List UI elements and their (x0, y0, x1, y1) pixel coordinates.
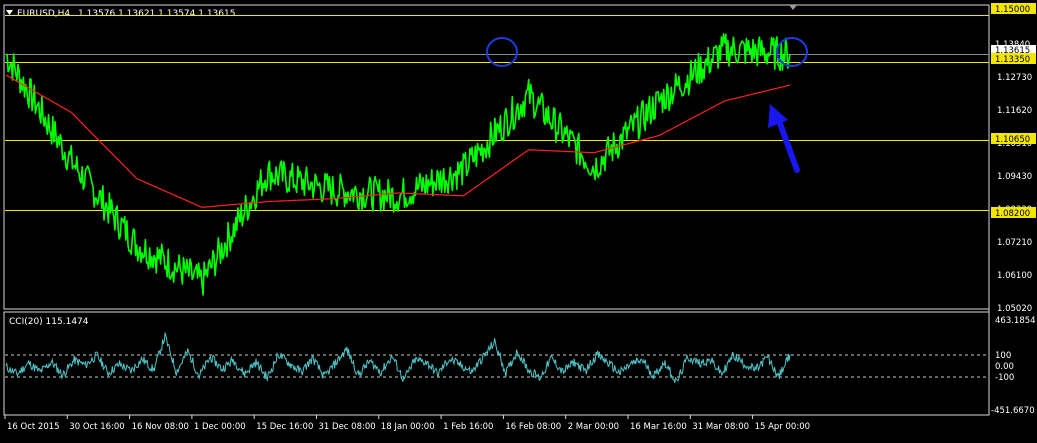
time-label: 16 Feb 08:00 (505, 422, 561, 432)
symbol-label: EURUSD,H4 (17, 9, 70, 19)
time-label: 1 Feb 16:00 (443, 422, 493, 432)
price-tick: 1.07210 (997, 238, 1032, 248)
price-tick: 1.12730 (997, 73, 1032, 83)
time-label: 16 Mar 16:00 (630, 422, 687, 432)
indicator-tick: 100 (995, 351, 1011, 361)
level-tag-value: 1.15000 (995, 5, 1030, 15)
time-label: 16 Nov 08:00 (132, 422, 189, 432)
price-tick: 1.05020 (997, 304, 1032, 314)
level-tag-value: 1.08200 (995, 209, 1030, 219)
time-label: 1 Dec 00:00 (194, 422, 246, 432)
time-label: 15 Dec 16:00 (256, 422, 313, 432)
indicator-label: CCI(20) 115.1474 (9, 317, 89, 327)
time-label: 16 Oct 2015 (7, 422, 60, 432)
price-tick: 1.11620 (997, 106, 1032, 116)
indicator-tick: -100 (995, 373, 1014, 383)
level-tag-value: 1.10650 (995, 135, 1030, 145)
indicator-tick: 463.1854 (995, 316, 1036, 326)
time-label: 30 Oct 16:00 (69, 422, 124, 432)
price-tick: 1.09430 (997, 172, 1032, 182)
indicator-tick: -451.6670 (991, 406, 1035, 416)
chart-root: EURUSD,H4 1.13576 1.13621 1.13574 1.1361… (0, 0, 1037, 439)
indicator-tick: 0.00 (995, 362, 1014, 372)
price-axis: 1.13840 1.12730 1.11620 1.10510 1.09430 … (995, 40, 1032, 314)
time-label: 31 Mar 08:00 (692, 422, 749, 432)
price-tick: 1.06100 (997, 271, 1032, 281)
time-label: 18 Jan 00:00 (381, 422, 435, 432)
ohlc-label: 1.13576 1.13621 1.13574 1.13615 (78, 9, 235, 19)
time-label: 15 Apr 00:00 (755, 422, 810, 432)
chart-canvas: EURUSD,H4 1.13576 1.13621 1.13574 1.1361… (0, 0, 1037, 439)
time-label: 2 Mar 00:00 (568, 422, 619, 432)
level-tag-value: 1.13350 (995, 55, 1030, 65)
time-label: 31 Dec 08:00 (319, 422, 376, 432)
